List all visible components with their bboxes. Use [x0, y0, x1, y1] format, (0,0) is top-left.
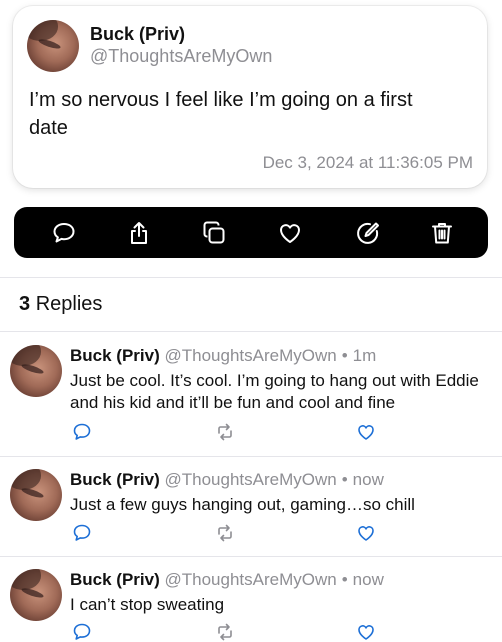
post-author-handle: @ThoughtsAreMyOwn	[90, 46, 273, 66]
list-item[interactable]: Buck (Priv) @ThoughtsAreMyOwn • 1m Just be…	[0, 331, 502, 456]
separator-dot: •	[341, 346, 348, 365]
comment-icon[interactable]	[72, 523, 92, 543]
divider	[0, 277, 502, 278]
reply-author-handle: @ThoughtsAreMyOwn	[164, 570, 337, 589]
replies-label: Replies	[35, 293, 103, 315]
like-icon[interactable]	[356, 622, 376, 642]
comment-icon[interactable]	[51, 220, 77, 246]
copy-icon[interactable]	[201, 220, 227, 246]
replies-header: 3 Replies	[19, 293, 102, 316]
avatar[interactable]	[10, 469, 62, 521]
comment-icon[interactable]	[72, 422, 92, 442]
post-author-name: Buck (Priv)	[90, 24, 186, 44]
action-toolbar	[14, 207, 488, 258]
repost-icon[interactable]	[215, 523, 235, 543]
reply-author-name: Buck (Priv)	[70, 346, 160, 365]
reply-time: 1m	[352, 346, 377, 365]
comment-icon[interactable]	[72, 622, 92, 642]
reply-author-handle: @ThoughtsAreMyOwn	[164, 470, 337, 489]
reply-time: now	[352, 470, 384, 489]
reply-text: Just be cool. It’s cool. I’m going to ha…	[70, 371, 479, 412]
edit-icon[interactable]	[355, 220, 381, 246]
avatar[interactable]	[27, 20, 79, 72]
like-icon[interactable]	[277, 220, 303, 246]
post-card: Buck (Priv) @ThoughtsAreMyOwn I’m so ner…	[13, 6, 487, 188]
reply-text: Just a few guys hanging out, gaming…so c…	[70, 495, 415, 514]
avatar[interactable]	[10, 345, 62, 397]
trash-icon[interactable]	[429, 220, 455, 246]
list-item[interactable]: Buck (Priv) @ThoughtsAreMyOwn • now I can’…	[0, 556, 502, 642]
replies-count: 3	[19, 293, 31, 315]
like-icon[interactable]	[356, 523, 376, 543]
reply-meta: Buck (Priv) @ThoughtsAreMyOwn • now	[70, 470, 384, 490]
separator-dot: •	[341, 570, 348, 589]
share-icon[interactable]	[126, 220, 152, 246]
post-timestamp: Dec 3, 2024 at 11:36:05 PM	[262, 153, 473, 172]
repost-icon[interactable]	[215, 422, 235, 442]
post-text: I’m so nervous I feel like I’m going on …	[29, 89, 413, 139]
reply-meta: Buck (Priv) @ThoughtsAreMyOwn • 1m	[70, 346, 376, 366]
reply-meta: Buck (Priv) @ThoughtsAreMyOwn • now	[70, 570, 384, 590]
repost-icon[interactable]	[215, 622, 235, 642]
reply-author-handle: @ThoughtsAreMyOwn	[164, 346, 337, 365]
list-item[interactable]: Buck (Priv) @ThoughtsAreMyOwn • now Just a…	[0, 456, 502, 556]
separator-dot: •	[341, 470, 348, 489]
avatar[interactable]	[10, 569, 62, 621]
reply-text: I can’t stop sweating	[70, 595, 225, 614]
reply-author-name: Buck (Priv)	[70, 470, 160, 489]
like-icon[interactable]	[356, 422, 376, 442]
reply-time: now	[352, 570, 384, 589]
reply-author-name: Buck (Priv)	[70, 570, 160, 589]
